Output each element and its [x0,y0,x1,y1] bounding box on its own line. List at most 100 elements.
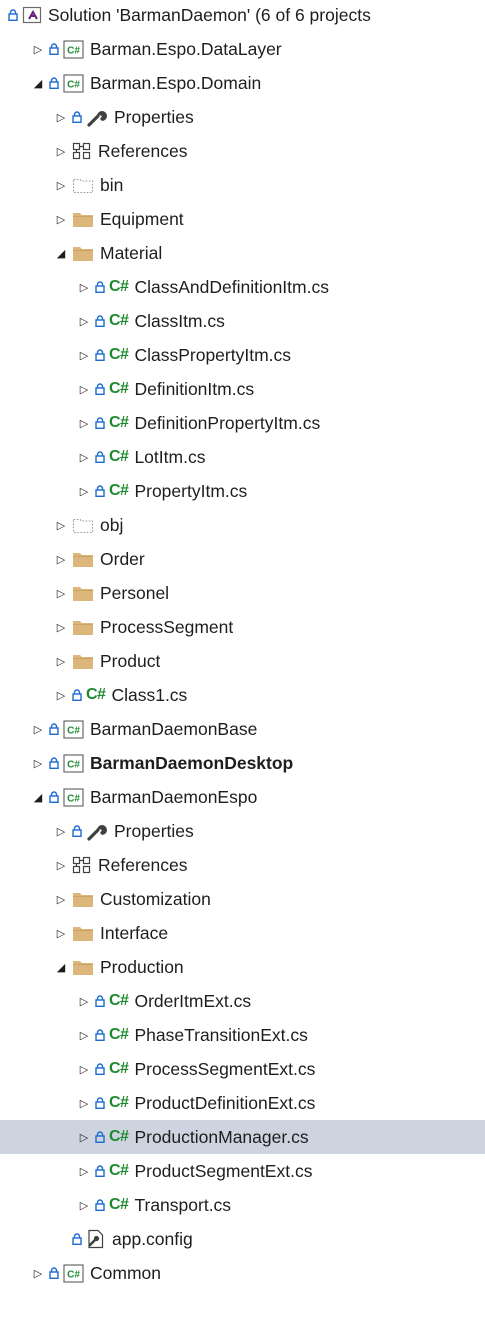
tree-item[interactable]: ▷ C# Class1.cs [0,678,485,712]
tree-item[interactable]: ▷ C# Transport.cs [0,1188,485,1222]
tree-item[interactable]: ▷ Interface [0,916,485,950]
expand-arrow-icon[interactable]: ▷ [54,848,68,882]
expand-arrow-icon[interactable]: ▷ [77,338,91,372]
tree-item[interactable]: ▷ C# Common [0,1256,485,1290]
tree-item[interactable]: ▷ C# ProductDefinitionExt.cs [0,1086,485,1120]
collapse-arrow-icon[interactable]: ◢ [54,950,68,984]
expand-arrow-icon[interactable]: ▷ [54,508,68,542]
tree-item-label: References [98,140,188,161]
csharp-file-icon: C# [109,312,129,329]
expand-arrow-icon[interactable]: ▷ [31,32,45,66]
tree-item[interactable]: ▷ Equipment [0,202,485,236]
lock-icon [95,1199,105,1211]
expand-arrow-icon[interactable]: ▷ [77,474,91,508]
expand-arrow-icon[interactable]: ▷ [77,1188,91,1222]
expand-arrow-icon[interactable]: ▷ [77,1120,91,1154]
tree-item[interactable]: ▷ C# ClassItm.cs [0,304,485,338]
expand-arrow-icon[interactable]: ▷ [31,1256,45,1290]
expand-arrow-icon[interactable]: ▷ [54,100,68,134]
tree-item[interactable]: ◢ Production [0,950,485,984]
tree-item-label: Equipment [100,208,184,229]
expand-arrow-icon[interactable]: ▷ [77,406,91,440]
folder-icon [72,210,94,228]
tree-item[interactable]: ◢ C# Barman.Espo.Domain [0,66,485,100]
expand-arrow-icon[interactable]: ▷ [77,984,91,1018]
expand-arrow-icon[interactable]: ▷ [54,610,68,644]
tree-item-label: obj [100,514,124,535]
csharp-file-icon: C# [109,346,129,363]
csharp-file-icon: C# [109,1162,129,1179]
tree-item[interactable]: Solution 'BarmanDaemon' (6 of 6 projects [0,0,485,32]
tree-item-label: Properties [114,106,194,127]
folder-icon [72,584,94,602]
expand-arrow-icon[interactable]: ▷ [54,678,68,712]
expand-arrow-icon[interactable]: ▷ [54,644,68,678]
expand-arrow-icon[interactable]: ▷ [77,1018,91,1052]
lock-icon [95,1165,105,1177]
expand-arrow-icon[interactable]: ▷ [54,814,68,848]
tree-item[interactable]: ◢ C# BarmanDaemonEspo [0,780,485,814]
csharp-project-icon: C# [63,787,84,807]
tree-item-label: Production [100,956,184,977]
tree-item[interactable]: ▷ C# OrderItmExt.cs [0,984,485,1018]
csharp-file-icon: C# [109,1026,129,1043]
expand-arrow-icon[interactable]: ▷ [31,746,45,780]
tree-item[interactable]: ◢ Material [0,236,485,270]
hidden-folder-icon [72,516,94,534]
lock-icon [95,349,105,361]
folder-icon [72,890,94,908]
tree-item[interactable]: app.config [0,1222,485,1256]
tree-item[interactable]: ▷ Customization [0,882,485,916]
expand-arrow-icon[interactable]: ▷ [77,1052,91,1086]
collapse-arrow-icon[interactable]: ◢ [31,66,45,100]
expand-arrow-icon[interactable]: ▷ [77,1154,91,1188]
expand-arrow-icon[interactable]: ▷ [77,440,91,474]
tree-item[interactable]: ▷ References [0,848,485,882]
tree-item[interactable]: ▷ obj [0,508,485,542]
tree-item[interactable]: ▷ C# DefinitionItm.cs [0,372,485,406]
lock-icon [95,451,105,463]
expand-arrow-icon[interactable]: ▷ [54,168,68,202]
tree-item[interactable]: ▷ C# PropertyItm.cs [0,474,485,508]
csharp-project-icon: C# [63,39,84,59]
csharp-project-icon: C# [63,73,84,93]
expand-arrow-icon[interactable]: ▷ [54,576,68,610]
collapse-arrow-icon[interactable]: ◢ [31,780,45,814]
expand-arrow-icon[interactable]: ▷ [77,270,91,304]
tree-item[interactable]: ▷ C# PhaseTransitionExt.cs [0,1018,485,1052]
expand-arrow-icon[interactable]: ▷ [54,202,68,236]
tree-item[interactable]: ▷ C# LotItm.cs [0,440,485,474]
tree-item[interactable]: ▷ C# ProcessSegmentExt.cs [0,1052,485,1086]
tree-item[interactable]: ▷ C# BarmanDaemonDesktop [0,746,485,780]
tree-item[interactable]: ▷ Order [0,542,485,576]
tree-item[interactable]: ▷ Personel [0,576,485,610]
expand-arrow-icon[interactable]: ▷ [54,916,68,950]
expand-arrow-icon[interactable]: ▷ [31,712,45,746]
expand-arrow-icon[interactable]: ▷ [54,134,68,168]
tree-item[interactable]: ▷ References [0,134,485,168]
tree-item[interactable]: ▷ C# Barman.Espo.DataLayer [0,32,485,66]
folder-icon [72,618,94,636]
tree-item[interactable]: ▷ C# ProductionManager.cs [0,1120,485,1154]
collapse-arrow-icon[interactable]: ◢ [54,236,68,270]
expand-arrow-icon[interactable]: ▷ [77,304,91,338]
expand-arrow-icon[interactable]: ▷ [77,1086,91,1120]
tree-item-label: BarmanDaemonEspo [90,786,258,807]
tree-item[interactable]: ▷ C# DefinitionPropertyItm.cs [0,406,485,440]
csharp-file-icon: C# [109,380,129,397]
tree-item[interactable]: ▷ C# ProductSegmentExt.cs [0,1154,485,1188]
svg-text:C#: C# [67,759,80,770]
tree-item[interactable]: ▷ Properties [0,100,485,134]
tree-item[interactable]: ▷ bin [0,168,485,202]
lock-icon [95,417,105,429]
expand-arrow-icon[interactable]: ▷ [54,882,68,916]
tree-item[interactable]: ▷ C# ClassPropertyItm.cs [0,338,485,372]
tree-item[interactable]: ▷ Properties [0,814,485,848]
expand-arrow-icon[interactable]: ▷ [77,372,91,406]
expand-arrow-icon[interactable]: ▷ [54,542,68,576]
tree-item[interactable]: ▷ C# ClassAndDefinitionItm.cs [0,270,485,304]
tree-item[interactable]: ▷ Product [0,644,485,678]
lock-icon [95,995,105,1007]
tree-item[interactable]: ▷ C# BarmanDaemonBase [0,712,485,746]
tree-item[interactable]: ▷ ProcessSegment [0,610,485,644]
